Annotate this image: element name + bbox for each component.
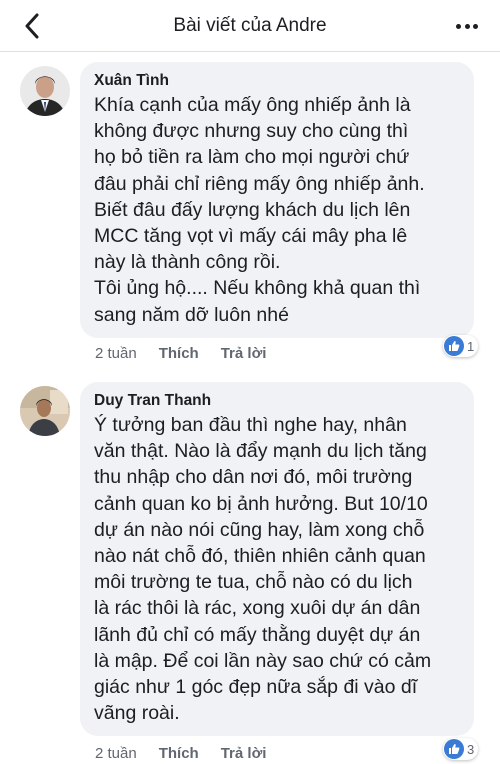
reply-button[interactable]: Trả lời xyxy=(221,345,267,362)
more-dot-icon xyxy=(456,23,461,29)
reaction-badge[interactable]: 1 xyxy=(443,335,479,357)
reply-button[interactable]: Trả lời xyxy=(221,745,267,762)
reaction-count: 3 xyxy=(467,741,475,757)
comment-actions: 2 tuần Thích Trả lời xyxy=(95,745,266,762)
like-button[interactable]: Thích xyxy=(159,345,199,362)
comment-text: Khía cạnh của mấy ông nhiếp ảnh là không… xyxy=(94,94,425,326)
top-bar: Bài viết của Andre xyxy=(0,0,500,52)
more-dot-icon xyxy=(473,23,478,29)
comment-time[interactable]: 2 tuần xyxy=(95,345,137,362)
more-dot-icon xyxy=(464,23,470,29)
comment-author[interactable]: Xuân Tình xyxy=(94,72,460,90)
page-title: Bài viết của Andre xyxy=(173,15,327,36)
comment-bubble: Xuân Tình Khía cạnh của mấy ông nhiếp ản… xyxy=(80,62,474,338)
more-options-button[interactable] xyxy=(456,16,478,36)
avatar[interactable] xyxy=(20,66,70,116)
comment-text: Ý tưởng ban đầu thì nghe hay, nhân văn t… xyxy=(94,414,432,725)
like-button[interactable]: Thích xyxy=(159,745,199,762)
comment-actions: 2 tuần Thích Trả lời xyxy=(95,345,266,362)
like-icon xyxy=(444,739,464,759)
comment-bubble: Duy Tran Thanh Ý tưởng ban đầu thì nghe … xyxy=(80,382,474,736)
comment-author[interactable]: Duy Tran Thanh xyxy=(94,392,460,410)
reaction-count: 1 xyxy=(467,338,475,354)
reaction-badge[interactable]: 3 xyxy=(443,738,479,760)
avatar[interactable] xyxy=(20,386,70,436)
comment-time[interactable]: 2 tuần xyxy=(95,745,137,762)
like-icon xyxy=(444,336,464,356)
